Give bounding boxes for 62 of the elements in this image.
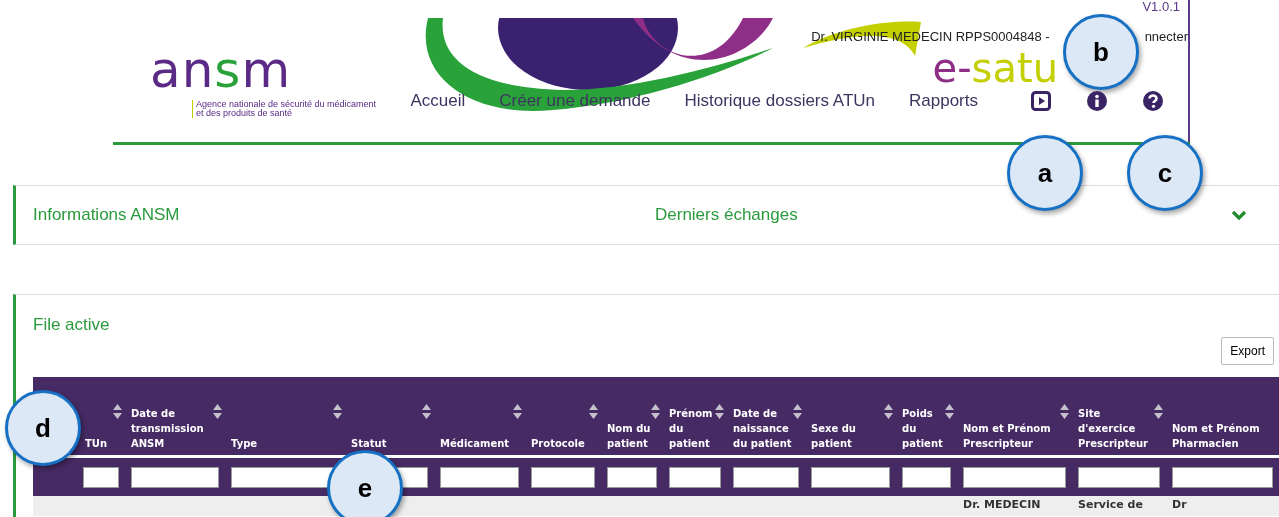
nav-link[interactable]: Rapports — [909, 91, 978, 111]
filter-input[interactable] — [1172, 466, 1273, 488]
sort-icon[interactable] — [333, 403, 342, 419]
column-header[interactable]: Date de transmission ANSM — [131, 406, 213, 451]
column-header[interactable]: Sexe du patient — [811, 421, 884, 451]
column-header[interactable]: Médicament — [440, 436, 513, 451]
filter-input[interactable] — [1078, 466, 1160, 488]
nav-link[interactable]: Accueil — [410, 91, 466, 111]
nav-link[interactable]: Historique dossiers ATUn — [684, 91, 875, 111]
sort-icon[interactable] — [945, 403, 954, 419]
help-icon[interactable] — [1143, 91, 1163, 111]
column-header[interactable]: Protocole — [531, 436, 589, 451]
logout-link[interactable]: nnecter — [1144, 29, 1188, 44]
sort-icon[interactable] — [715, 403, 724, 419]
table-cell: Dr. MEDECIN — [963, 498, 1041, 511]
version-text: V1.0.1 — [1142, 0, 1180, 14]
info-icon[interactable] — [1087, 91, 1107, 111]
sort-icon[interactable] — [884, 403, 893, 419]
column-header[interactable]: TUn — [85, 436, 113, 451]
column-header[interactable]: Nom du patient — [607, 421, 651, 451]
column-header[interactable]: Date de naissance du patient — [733, 406, 793, 451]
table-cell: Dr — [1172, 498, 1187, 511]
panel-subtitle: Derniers échanges — [655, 205, 799, 225]
callout-tooltip: c — [1127, 135, 1203, 211]
filter-input[interactable] — [669, 466, 721, 488]
sort-icon[interactable] — [213, 403, 222, 419]
filter-input[interactable] — [963, 466, 1066, 488]
column-header[interactable]: Prénom du patient — [669, 406, 715, 451]
sort-icon[interactable] — [1060, 403, 1069, 419]
column-header[interactable]: Nom et Prénom Prescripteur — [963, 421, 1060, 451]
table-cell: Service de — [1078, 498, 1143, 511]
filter-input[interactable] — [531, 466, 595, 488]
sort-icon[interactable] — [113, 403, 122, 419]
panel-title: Informations ANSM — [33, 205, 181, 225]
sort-icon[interactable] — [513, 403, 522, 419]
filter-input[interactable] — [902, 466, 951, 488]
chevron-icon[interactable] — [1231, 209, 1247, 221]
callout-tooltip: b — [1063, 14, 1139, 90]
column-header[interactable]: Site d'exercice Prescripteur — [1078, 406, 1154, 451]
column-header[interactable]: Poids du patient — [902, 406, 945, 451]
filter-input[interactable] — [131, 466, 219, 488]
filter-input[interactable] — [733, 466, 799, 488]
play-icon[interactable] — [1031, 91, 1051, 111]
tagline-text: Agence nationale de sécurité du médicament — [196, 100, 377, 109]
column-header[interactable]: Nom et Prénom Pharmacien — [1172, 421, 1276, 451]
column-header[interactable]: Statut — [351, 436, 422, 451]
export-button[interactable]: Export — [1221, 337, 1274, 365]
ansm-logo: ansm — [150, 48, 292, 92]
e-saturne-logo: e-satu — [932, 49, 1058, 87]
callout-tooltip: a — [1007, 135, 1083, 211]
tagline-text: et des produits de santé — [196, 109, 294, 118]
filter-input[interactable] — [607, 466, 657, 488]
filter-input[interactable] — [440, 466, 519, 488]
sort-icon[interactable] — [589, 403, 598, 419]
panel-title: File active — [33, 315, 110, 334]
filter-input[interactable] — [811, 466, 890, 488]
sort-icon[interactable] — [793, 403, 802, 419]
sort-icon[interactable] — [1154, 403, 1163, 419]
sort-icon[interactable] — [422, 403, 431, 419]
filter-input[interactable] — [83, 466, 119, 488]
sort-icon[interactable] — [651, 403, 660, 419]
column-header[interactable]: Type — [231, 436, 333, 451]
